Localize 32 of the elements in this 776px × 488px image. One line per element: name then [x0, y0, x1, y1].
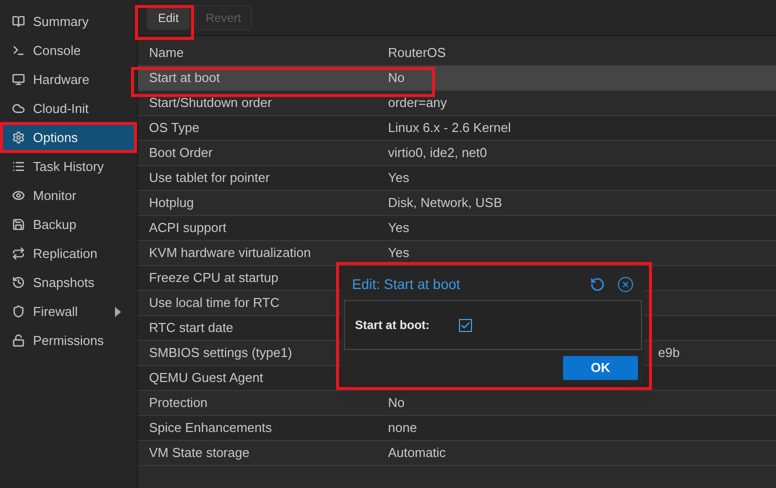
property-value: No [388, 394, 405, 412]
property-name: OS Type [149, 119, 200, 138]
property-value: Yes [388, 244, 410, 262]
property-value: e9b [658, 344, 680, 362]
property-name: Hotplug [149, 194, 194, 212]
property-name: KVM hardware virtualization [149, 244, 311, 262]
property-value: Disk, Network, USB [388, 194, 502, 212]
property-name: Start/Shutdown order [149, 94, 272, 112]
property-value: virtio0, ide2, net0 [388, 144, 488, 162]
property-name: VM State storage [149, 444, 250, 462]
property-name: QEMU Guest Agent [149, 369, 264, 388]
property-value: RouterOS [388, 44, 446, 62]
dialog-title: Edit: Start at boot [352, 274, 462, 294]
property-name: Freeze CPU at startup [149, 269, 278, 288]
property-value: order=any [388, 94, 447, 112]
property-value: No [388, 69, 405, 88]
property-name: Name [149, 44, 184, 62]
property-name: ACPI support [149, 219, 226, 238]
property-name: Use local time for RTC [149, 294, 280, 312]
property-name: Use tablet for pointer [149, 169, 270, 188]
field-label: Start at boot: [355, 317, 431, 334]
property-name: Boot Order [149, 144, 213, 162]
property-name: Spice Enhancements [149, 419, 272, 438]
property-value: Yes [388, 219, 410, 238]
property-value: Yes [388, 169, 410, 188]
property-value: Linux 6.x - 2.6 Kernel [388, 119, 511, 138]
property-name: Protection [149, 394, 208, 412]
property-name: SMBIOS settings (type1) [149, 344, 292, 362]
property-name: Start at boot [149, 69, 220, 88]
property-name: RTC start date [149, 319, 234, 338]
property-value: Automatic [388, 444, 446, 462]
property-value: none [388, 419, 417, 438]
